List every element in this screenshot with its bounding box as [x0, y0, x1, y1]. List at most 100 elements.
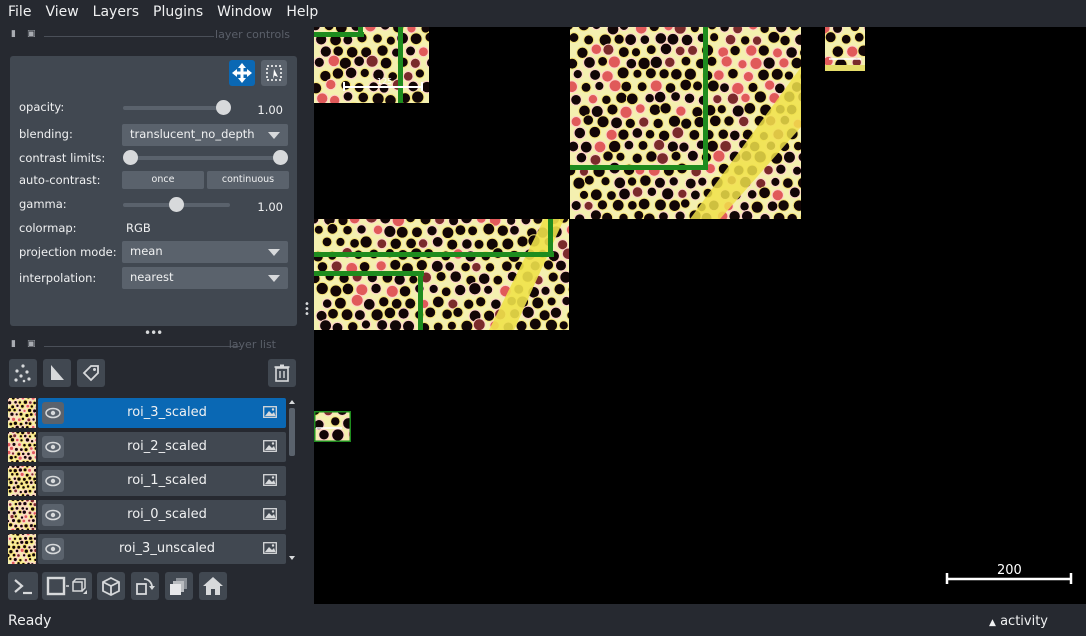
auto-contrast-once-button[interactable]: once — [122, 171, 204, 189]
menu-file[interactable]: File — [0, 0, 37, 24]
layer-thumbnail — [8, 398, 36, 428]
menu-window[interactable]: Window — [209, 0, 278, 24]
visibility-toggle[interactable] — [42, 402, 64, 424]
layer-controls-panel: opacity: 1.00 blending: translucent_no_d… — [10, 56, 297, 326]
shapes-icon — [51, 365, 64, 380]
splitter-handle-v[interactable]: • • • — [304, 300, 310, 320]
layer-thumbnail — [8, 432, 36, 462]
transform-button[interactable] — [261, 60, 287, 86]
layer-item-roi-3-unscaled[interactable]: roi_3_unscaled — [8, 534, 286, 564]
interpolation-dropdown[interactable]: nearest — [122, 267, 288, 289]
layer-name: roi_1_scaled — [127, 473, 207, 488]
float-icon[interactable]: ▮ — [11, 29, 16, 39]
gamma-slider-handle[interactable] — [169, 197, 184, 212]
status-bar: Ready ▲ activity — [0, 604, 1086, 636]
image-layer-icon — [263, 508, 277, 520]
image-layer-icon — [263, 440, 277, 452]
contrast-high-handle[interactable] — [272, 150, 288, 165]
viewer-buttons — [0, 568, 314, 604]
scale-bar-label: 200 — [997, 563, 1022, 578]
layer-list: roi_3_scaled roi_2_scaled roi_1_scaled r… — [8, 396, 298, 564]
gamma-label: gamma: — [19, 197, 67, 211]
eye-icon — [45, 543, 61, 555]
roi-outline — [570, 27, 801, 219]
roi-outline — [825, 58, 865, 71]
layer-name: roi_0_scaled — [127, 507, 207, 522]
close-dock-icon[interactable]: ▣ — [27, 339, 36, 349]
projection-mode-label: projection mode: — [19, 245, 117, 259]
visibility-toggle[interactable] — [42, 538, 64, 560]
projection-mode-dropdown[interactable]: mean — [122, 241, 288, 263]
opacity-slider-handle[interactable] — [215, 100, 231, 115]
roll-dimensions-button[interactable] — [97, 572, 125, 600]
eye-icon — [45, 407, 61, 419]
delete-layer-button[interactable] — [268, 359, 296, 387]
auto-contrast-continuous-button[interactable]: continuous — [207, 171, 289, 189]
close-dock-icon[interactable]: ▣ — [27, 29, 36, 39]
layer-list-title: layer list — [228, 338, 276, 351]
activity-label: activity — [1000, 614, 1048, 629]
activity-button[interactable]: ▲ activity — [989, 614, 1048, 629]
status-text: Ready — [8, 613, 52, 629]
image-layer-icon — [263, 542, 277, 554]
new-shapes-button[interactable] — [43, 359, 71, 387]
float-icon[interactable]: ▮ — [11, 339, 16, 349]
transpose-button[interactable] — [131, 572, 159, 600]
image-canvas[interactable]: 125 200 — [314, 27, 1086, 604]
auto-contrast-label: auto-contrast: — [19, 173, 101, 187]
interpolation-value: nearest — [130, 270, 174, 284]
image-layer-icon — [263, 474, 277, 486]
projection-mode-value: mean — [130, 244, 163, 258]
layer-name: roi_3_unscaled — [118, 541, 216, 556]
visibility-toggle[interactable] — [42, 470, 64, 492]
chevron-down-icon — [268, 132, 280, 139]
layer-name: roi_2_scaled — [127, 439, 207, 454]
home-button[interactable] — [199, 572, 227, 600]
trash-icon — [274, 364, 290, 382]
colormap-label: colormap: — [19, 221, 77, 235]
layers-stack-icon — [170, 578, 187, 595]
image-layer-icon — [263, 406, 277, 418]
layer-list-scrollbar[interactable] — [288, 398, 296, 562]
layer-thumbnail — [8, 534, 36, 564]
menu-help[interactable]: Help — [278, 0, 324, 24]
menu-view[interactable]: View — [37, 0, 84, 24]
move-arrows-icon — [232, 63, 252, 83]
layer-item-roi-1-scaled[interactable]: roi_1_scaled — [8, 466, 286, 496]
layer-tools — [0, 358, 314, 392]
blending-dropdown[interactable]: translucent_no_depth — [122, 124, 288, 146]
roi-outline: 125 — [314, 27, 423, 103]
menu-layers[interactable]: Layers — [85, 0, 145, 24]
visibility-toggle[interactable] — [42, 504, 64, 526]
interpolation-label: interpolation: — [19, 271, 97, 285]
auto-contrast-group: once continuous — [122, 171, 290, 189]
cube-icon — [102, 576, 120, 597]
caret-up-icon: ▲ — [989, 618, 996, 628]
layer-item-roi-3-scaled[interactable]: roi_3_scaled — [8, 398, 286, 428]
move-camera-button[interactable] — [229, 60, 255, 86]
layer-list-header: ▮ ▣ layer list — [0, 338, 300, 354]
grid-view-button[interactable] — [165, 572, 193, 600]
new-labels-button[interactable] — [77, 359, 105, 387]
square-3d-toggle-icon — [46, 576, 87, 596]
layer-controls-title: layer controls — [215, 28, 290, 41]
blending-value: translucent_no_depth — [130, 127, 255, 141]
visibility-toggle[interactable] — [42, 436, 64, 458]
new-points-button[interactable] — [9, 359, 37, 387]
opacity-slider[interactable] — [123, 106, 223, 110]
layer-item-roi-0-scaled[interactable]: roi_0_scaled — [8, 500, 286, 530]
layer-name: roi_3_scaled — [127, 405, 207, 420]
console-button[interactable] — [8, 572, 38, 600]
opacity-label: opacity: — [19, 100, 65, 114]
blending-label: blending: — [19, 127, 73, 141]
rotate-icon — [136, 578, 155, 595]
terminal-icon — [14, 579, 32, 595]
contrast-limits-slider[interactable] — [130, 156, 280, 160]
menu-plugins[interactable]: Plugins — [145, 0, 209, 24]
inset-scale-label: 125 — [377, 77, 392, 86]
label-tag-icon — [82, 365, 99, 382]
left-dock: ▮ ▣ layer controls opacity: 1.00 blendin… — [0, 24, 314, 604]
ndisplay-button[interactable] — [42, 572, 92, 600]
contrast-low-handle[interactable] — [122, 150, 138, 165]
layer-item-roi-2-scaled[interactable]: roi_2_scaled — [8, 432, 286, 462]
